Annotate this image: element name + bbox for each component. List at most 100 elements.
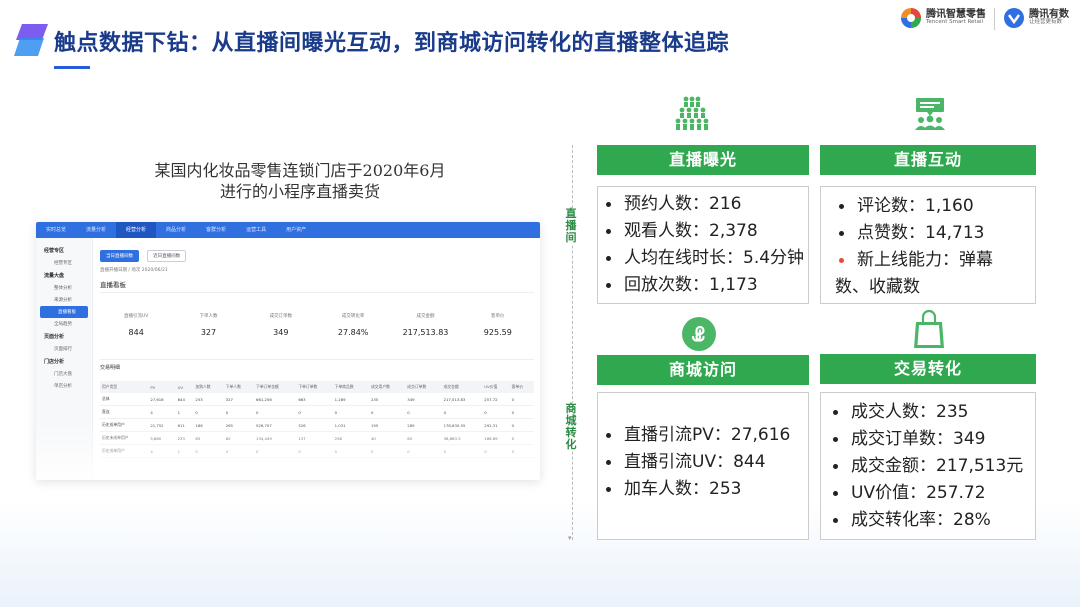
side-item-zone[interactable]: 经营专区 — [36, 257, 92, 269]
kpi-row: 直播引流UV 844 下单人数 327 成交订单数 349 成交转化率 27.84% 成… — [100, 313, 534, 337]
dash-tab-customers[interactable]: 客群分析 — [196, 222, 236, 238]
table-cell: 0 — [296, 405, 333, 419]
table-cell: 0 — [193, 405, 224, 419]
dash-tab-tools[interactable]: 运营工具 — [236, 222, 276, 238]
mini-program-icon — [682, 317, 716, 351]
table-row: 总体 27,616 844 253 327 661,256 663 1,289 235 349 21… — [100, 393, 534, 406]
side-item-store-board[interactable]: 门店大盘 — [36, 368, 92, 380]
dash-tab-goods[interactable]: 商品分析 — [156, 222, 196, 238]
metric-item: 成交订单数：349 — [829, 426, 1035, 453]
table-cell: 总体 — [100, 393, 149, 406]
metric-item: 成交金额：217,513元 — [829, 453, 1035, 480]
card-visit-title: 商城访问 — [597, 355, 809, 385]
bullet-icon — [833, 517, 838, 523]
label-live-text: 直播间 — [565, 207, 577, 244]
side-group-page[interactable]: 页面分析 — [36, 330, 92, 343]
dash-tab-traffic[interactable]: 流量分析 — [76, 222, 116, 238]
card-trade-body: 成交人数：235 成交订单数：349 成交金额：217,513元 UV价值：25… — [820, 392, 1036, 540]
metric-item: 直播引流PV：27,616 — [602, 422, 808, 449]
table-cell: 直连 — [100, 405, 149, 419]
metric-item: UV价值：257.72 — [829, 480, 1035, 507]
dash-tab-overview[interactable]: 实时总览 — [36, 222, 76, 238]
brand-tsr-english: Tencent Smart Retail — [926, 19, 984, 26]
table-cell: 327 — [223, 393, 255, 406]
table-header-cell: 成交订单数 — [405, 381, 442, 393]
side-item-live-board[interactable]: 直播看板 — [40, 306, 88, 318]
kpi-buyers: 下单人数 327 — [199, 314, 218, 337]
kpi-orders: 成交订单数 349 — [269, 314, 293, 337]
bullet-icon — [839, 203, 844, 209]
table-header-cell: UV价值 — [482, 381, 510, 393]
bullet-icon — [833, 436, 838, 442]
kpi-conversion: 成交转化率 27.84% — [337, 314, 369, 337]
metric-item: 观看人数：2,378 — [602, 218, 808, 245]
filter-pill-today[interactable]: 当日直播间数 — [100, 250, 139, 262]
table-cell: 0 — [509, 393, 534, 406]
filter-pill-recent[interactable]: 近日直播间数 — [147, 250, 187, 262]
table-cell: 844 — [175, 393, 194, 406]
brand-logo-mark — [14, 24, 48, 56]
bullet-icon — [606, 255, 611, 261]
table-cell: 0 — [332, 405, 369, 419]
caption-line-1: 某国内化妆品零售连锁门店于2020年6月 — [154, 161, 446, 180]
side-item-source[interactable]: 来源分析 — [36, 294, 92, 306]
table-header-cell: 下单订单金额 — [254, 381, 297, 393]
card-visit-body: 直播引流PV：27,616 直播引流UV：844 加车人数：253 — [597, 392, 809, 540]
kpi-aov: 客单价 925.59 — [483, 314, 512, 337]
card-exposure-body: 预约人数：216 观看人数：2,378 人均在线时长：5.4分钟 回放次数：1,… — [597, 186, 809, 304]
crowd-icon — [675, 96, 709, 130]
brand-separator — [994, 8, 995, 30]
metric-item-new-feature: 新上线能力：弹幕 — [835, 247, 1035, 274]
dash-tab-assets[interactable]: 用户资产 — [276, 222, 316, 238]
dashboard-top-nav: 实时总览 流量分析 经营分析 商品分析 客群分析 运营工具 用户资产 — [36, 222, 540, 238]
bullet-icon — [833, 490, 838, 496]
side-item-overall[interactable]: 整体分析 — [36, 282, 92, 294]
side-item-trend[interactable]: 全局趋势 — [36, 318, 92, 330]
side-item-page-rank[interactable]: 页面排行 — [36, 343, 92, 355]
arrow-down-icon: ▾ — [568, 534, 572, 542]
table-cell: 257.72 — [482, 393, 510, 406]
metric-item: 人均在线时长：5.4分钟 — [602, 245, 808, 272]
bullet-icon — [833, 463, 838, 469]
table-cell: 0 — [223, 405, 255, 419]
metric-item: 成交转化率：28% — [829, 507, 1035, 534]
table-header-row: 用户类型 PV UV 加购人数 下单人数 下单订单金额 下单订单数 下单商品数 成交用户数 成交订… — [100, 381, 534, 393]
side-group-store[interactable]: 门店分析 — [36, 355, 92, 368]
table-header-cell: 成交用户数 — [368, 381, 406, 393]
side-group-zone[interactable]: 经营专区 — [36, 244, 92, 257]
metric-item: 成交人数：235 — [829, 399, 1035, 426]
chat-group-icon — [915, 98, 945, 130]
shopping-bag-icon — [914, 309, 944, 348]
bullet-icon — [606, 486, 611, 492]
side-group-traffic[interactable]: 流量大盘 — [36, 269, 92, 282]
page-title: 触点数据下钻：从直播间曝光互动，到商城访问转化的直播整体追踪 — [54, 31, 730, 56]
metric-item-new-feature-cont: 数、收藏数 — [835, 277, 920, 297]
section-label-live-room: 直播间 — [564, 208, 578, 244]
table-cell: 217,513.83 — [441, 393, 483, 406]
card-exposure-title: 直播曝光 — [597, 145, 809, 175]
youshu-icon — [1004, 8, 1024, 28]
bullet-icon — [606, 282, 611, 288]
table-cell: 0 — [482, 405, 510, 419]
tencent-smart-retail-logo: 腾讯智慧零售 Tencent Smart Retail — [900, 4, 986, 32]
table-header-cell: PV — [148, 381, 176, 393]
table-cell: 0 — [405, 405, 442, 419]
kpi-gmv: 成交金额 217,513.83 — [402, 314, 449, 337]
table-header-cell: 用户类型 — [100, 381, 149, 393]
table-header-cell: 下单订单数 — [296, 381, 333, 393]
table-cell: 1 — [175, 405, 194, 419]
table-cell: 253 — [193, 393, 224, 406]
bullet-icon — [839, 257, 844, 263]
metric-item: 预约人数：216 — [602, 191, 808, 218]
vertical-divider — [572, 145, 573, 540]
kpi-uv: 直播引流UV 844 — [123, 314, 149, 337]
detail-title: 交易明细 — [100, 359, 534, 371]
dash-tab-business[interactable]: 经营分析 — [116, 222, 157, 238]
table-cell: 0 — [254, 405, 297, 419]
table-cell: 27,616 — [148, 393, 176, 406]
metric-item: 回放次数：1,173 — [602, 272, 808, 299]
side-item-single-store[interactable]: 单店分析 — [36, 380, 92, 392]
metric-item: 点赞数：14,713 — [835, 220, 1035, 247]
date-filter[interactable]: 直播开播日期 / 场次 2020/06/21 — [100, 267, 534, 273]
live-board-title: 直播看板 — [100, 279, 534, 293]
